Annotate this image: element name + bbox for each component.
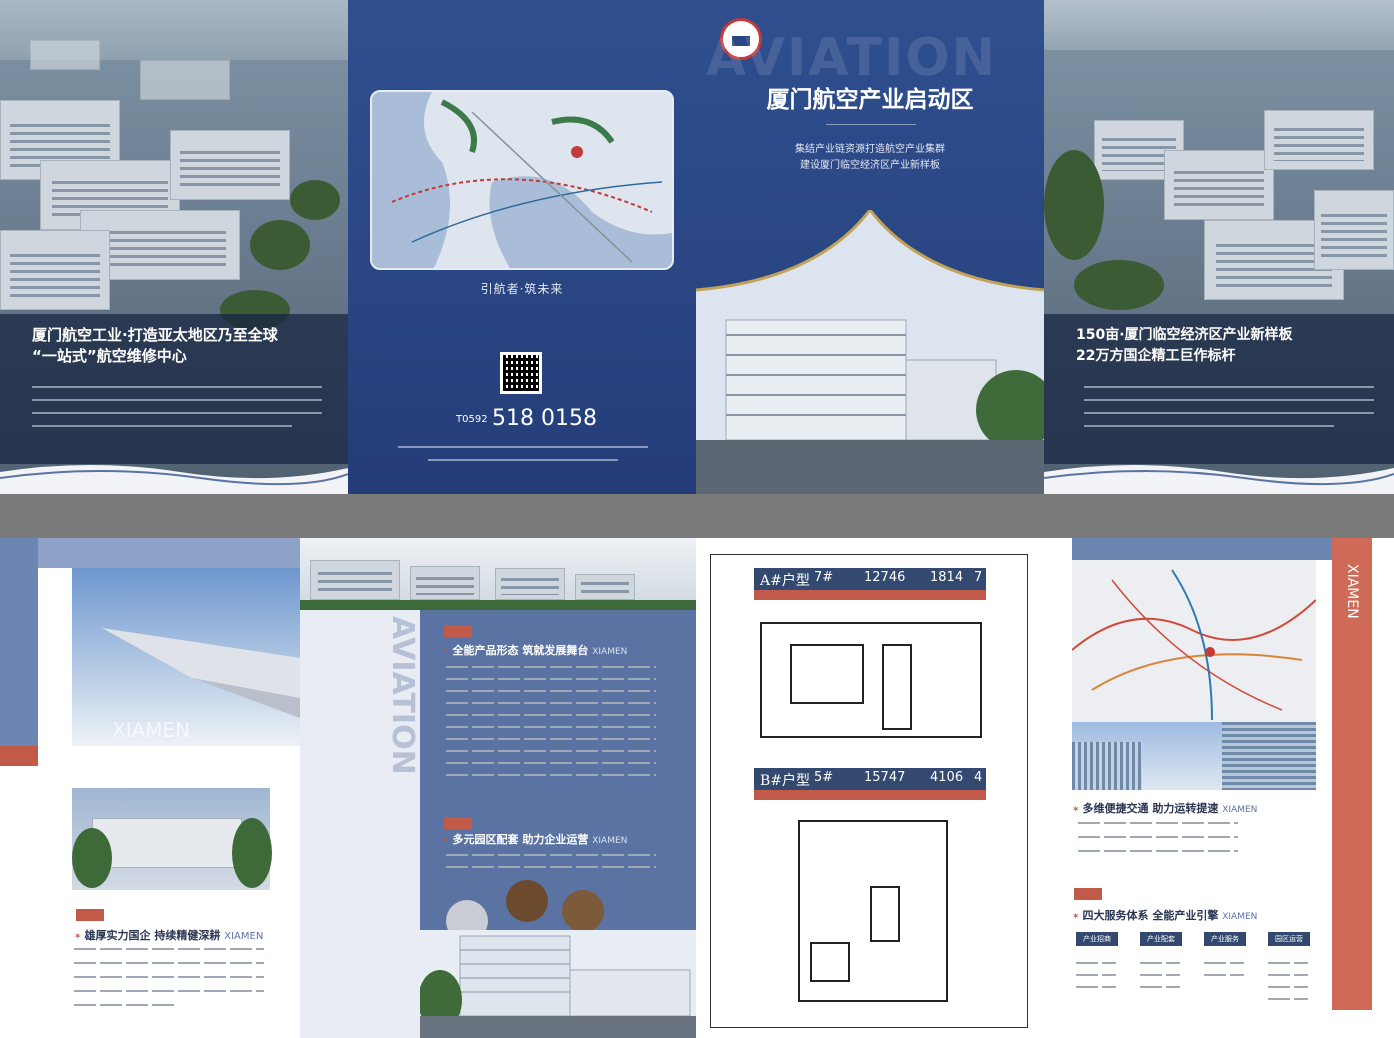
section-tag [76,909,104,921]
body-text-line [1078,822,1238,824]
body-text-line [74,962,264,964]
body-text-line [32,425,292,427]
office-building-photo [72,788,272,890]
body-text-line [32,399,322,401]
body-text-line [1084,399,1374,401]
panel-transport-service: XIAMEN 多维便捷交通 助力运转提速 XIAMEN 四大服务体系 全能产业引… [1044,538,1394,1038]
vertical-brand-strip: XIAMEN [1332,538,1372,1010]
subtitle-line [826,124,916,125]
panel1-heading-line2: “一站式”航空维修中心 [32,347,187,365]
service-item-line [1076,974,1116,976]
service-column-investment: 产业招商 [1076,932,1118,946]
amenity-photo [562,890,604,932]
xiamen-watermark: XIAMEN [112,718,191,742]
service-item-line [1204,974,1244,976]
panel4-heading-line1: 150亩·厦门临空经济区产业新样板 [1076,327,1293,343]
body-text-line [446,690,656,692]
transport-heading: 多维便捷交通 助力运转提速 XIAMEN [1072,800,1258,816]
body-text-line [446,726,656,728]
body-text-line [446,678,656,680]
body-text-line [1084,425,1334,427]
body-text-line [1084,412,1374,414]
body-text-line [446,666,656,668]
plan-b-floor-plan[interactable] [798,820,948,1002]
aviation-watermark: AVIATION [706,28,998,88]
phone-prefix: T0592 [456,414,488,425]
body-text-line [74,948,264,950]
body-text-line [446,750,656,752]
service-item-line [1076,986,1116,988]
plan-b-title-bar: B#户型 5# 15747 4106 4 [754,768,986,800]
wave-decoration [1044,465,1394,494]
industrial-park-banner [300,538,696,610]
service-item-line [1204,962,1244,964]
product-heading: 全能产品形态 筑就发展舞台 XIAMEN [442,642,628,658]
section-tag [1074,888,1102,900]
qr-code[interactable] [500,352,542,394]
body-text-line [1078,836,1238,838]
plan-a-title-bar: A#户型 7# 12746 1814 7 [754,568,986,600]
company-section-heading: 雄厚实力国企 持续精健深耕 XIAMEN [74,927,264,943]
body-text-line [32,386,322,388]
section-tag [444,817,472,829]
panel-aerial-right: 150亩·厦门临空经济区产业新样板 22万方国企精工巨作标杆 [1044,0,1394,494]
panel-aerial-left: 厦门航空工业·打造亚太地区乃至全球 “一站式”航空维修中心 [0,0,348,494]
aviation-vertical-watermark: AVIATION [385,616,420,775]
body-text-line [1084,386,1374,388]
panel-floor-plans: A#户型 7# 12746 1814 7 B#户型 5# 15747 4106 … [696,538,1044,1038]
body-text-line [446,854,656,856]
service-item-line [1268,998,1308,1000]
location-map[interactable] [370,90,674,270]
service-item-line [1268,986,1308,988]
service-column-services: 产业服务 [1204,932,1246,946]
body-text-line [446,714,656,716]
service-item-line [1268,962,1308,964]
slogan: 引航者·筑未来 [480,282,564,296]
panel1-heading-line1: 厦门航空工业·打造亚太地区乃至全球 [32,326,278,344]
panel-product: AVIATION 全能产品形态 筑就发展舞台 XIAMEN 多元园区配套 助力企… [300,538,696,1038]
service-item-line [1268,974,1308,976]
service-item-line [1076,962,1116,964]
amenities-heading: 多元园区配套 助力企业运营 XIAMEN [442,831,628,847]
service-heading: 四大服务体系 全能产业引擎 XIAMEN [1072,907,1258,923]
service-column-facilities: 产业配套 [1140,932,1182,946]
body-text-line [446,866,656,868]
body-text-line [446,762,656,764]
cover-building-render [696,210,1044,494]
skyscraper-photo [1072,722,1316,790]
body-text-line [74,990,264,992]
service-item-line [1140,962,1180,964]
park-building-render [420,930,696,1038]
cover-title: 厦门航空产业启动区 [766,87,974,113]
section-tag [444,625,472,637]
service-item-line [1140,986,1180,988]
service-item-line [1140,974,1180,976]
panel-cover: AVIATION 厦门航空产业启动区 集结产业链资源打造航空产业集群 建设厦门临… [696,0,1044,494]
panel4-heading-line2: 22万方国企精工巨作标杆 [1076,348,1236,364]
wave-decoration [0,465,348,494]
amenity-photo [506,880,548,922]
address-line [428,459,618,461]
panel-map-contact: 引航者·筑未来 T0592 518 0158 [348,0,696,494]
body-text-line [32,412,322,414]
body-text-line [446,702,656,704]
address-line [398,446,648,448]
plan-a-floor-plan[interactable] [760,622,982,738]
body-text-line [446,774,656,776]
panel-company: XIAMEN 雄厚实力国企 持续精健深耕 XIAMEN [0,538,300,1038]
phone-number[interactable]: 518 0158 [492,406,597,431]
airplane-wing-photo: XIAMEN [72,568,300,746]
body-text-line [74,1004,174,1006]
body-text-line [1078,850,1238,852]
service-column-operations: 园区运营 [1268,932,1310,946]
cover-tagline2: 建设厦门临空经济区产业新样板 [800,160,940,171]
transport-map[interactable] [1072,560,1316,722]
body-text-line [74,976,264,978]
cover-tagline1: 集结产业链资源打造航空产业集群 [795,144,945,155]
body-text-line [446,738,656,740]
